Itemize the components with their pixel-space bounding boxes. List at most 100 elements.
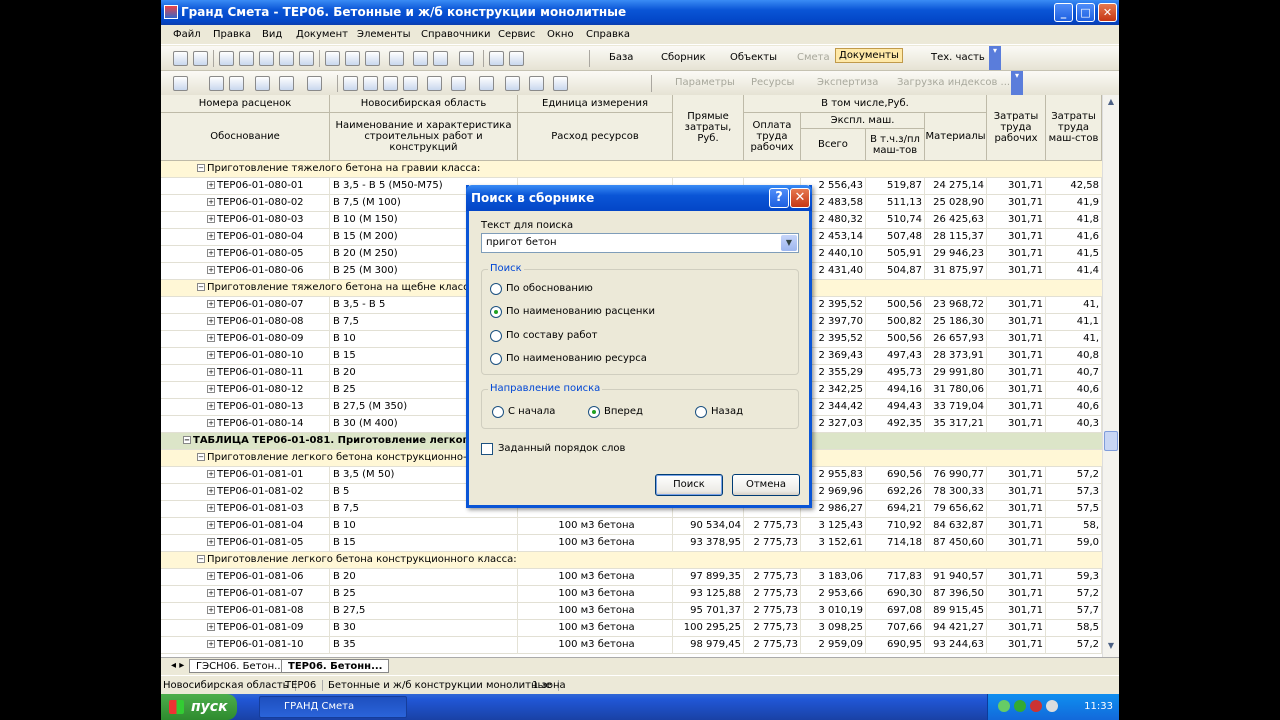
print-icon[interactable] xyxy=(193,51,208,66)
cell-lm[interactable]: 57,3 xyxy=(1046,484,1102,501)
cell-lm[interactable]: 40,3 xyxy=(1046,416,1102,433)
cell-lm[interactable]: 57,2 xyxy=(1046,467,1102,484)
cell-lm[interactable]: 42,58 xyxy=(1046,178,1102,195)
tray-alert-icon[interactable] xyxy=(1030,700,1042,712)
cell-mpay[interactable]: 519,87 xyxy=(866,178,925,195)
cell-lm[interactable]: 41,8 xyxy=(1046,212,1102,229)
cell-code[interactable]: + ТЕР06-01-081-06 xyxy=(161,569,330,586)
delete-icon[interactable] xyxy=(325,51,340,66)
radio-by-basis-label[interactable]: По обоснованию xyxy=(506,283,593,294)
collapse-icon[interactable]: − xyxy=(197,164,205,172)
cell-lm[interactable]: 59,3 xyxy=(1046,569,1102,586)
cell-code[interactable]: + ТЕР06-01-080-14 xyxy=(161,416,330,433)
cell-mtotal[interactable]: 3 152,61 xyxy=(801,535,866,552)
collapse-icon[interactable] xyxy=(403,76,418,91)
cell-lm[interactable]: 41,5 xyxy=(1046,246,1102,263)
cell-name[interactable]: В 35 xyxy=(330,637,518,654)
header-resource-usage[interactable]: Расход ресурсов xyxy=(518,113,673,161)
cell-mtotal[interactable]: 2 953,66 xyxy=(801,586,866,603)
word-order-checkbox[interactable] xyxy=(481,443,493,455)
cursor-icon[interactable] xyxy=(505,76,520,91)
expand-icon[interactable]: + xyxy=(207,249,215,257)
cell-direct[interactable]: 93 125,88 xyxy=(673,586,744,603)
header-direct-costs[interactable]: Прямые затраты, Руб. xyxy=(673,95,744,161)
cell-lm[interactable]: 41, xyxy=(1046,297,1102,314)
tab-nav-icon[interactable]: ◂ ▸ xyxy=(165,659,190,673)
cell-mpay[interactable]: 707,66 xyxy=(866,620,925,637)
expand-icon[interactable]: + xyxy=(207,181,215,189)
toolbar-parameters-button[interactable]: Параметры xyxy=(675,77,735,88)
cell-unit[interactable]: 100 м3 бетона xyxy=(518,569,673,586)
expand-icon[interactable]: + xyxy=(207,300,215,308)
header-labor-machinists[interactable]: Затраты труда маш-стов xyxy=(1046,95,1102,161)
cell-pay[interactable]: 2 775,73 xyxy=(744,637,801,654)
cell-labor[interactable]: 301,71 xyxy=(987,195,1046,212)
radio-backward[interactable] xyxy=(695,406,707,418)
header-machines[interactable]: Экспл. маш. xyxy=(801,113,925,129)
radio-forward[interactable] xyxy=(588,406,600,418)
radio-from-start[interactable] xyxy=(492,406,504,418)
cell-direct[interactable]: 98 979,45 xyxy=(673,637,744,654)
cell-labor[interactable]: 301,71 xyxy=(987,637,1046,654)
tab-gesn06[interactable]: ГЭСН06. Бетон... xyxy=(189,659,291,673)
cell-labor[interactable]: 301,71 xyxy=(987,518,1046,535)
dialog-close-button[interactable]: ✕ xyxy=(790,188,810,208)
find-icon[interactable] xyxy=(299,51,314,66)
cell-mat[interactable]: 79 656,62 xyxy=(925,501,987,518)
close-button[interactable]: ✕ xyxy=(1098,3,1117,22)
cell-code[interactable]: + ТЕР06-01-081-10 xyxy=(161,637,330,654)
refresh-icon[interactable] xyxy=(433,51,448,66)
cell-pay[interactable]: 2 775,73 xyxy=(744,535,801,552)
table-group-row[interactable]: − Приготовление легкого бетона конструкци… xyxy=(161,552,1102,569)
cell-mpay[interactable]: 717,83 xyxy=(866,569,925,586)
cell-labor[interactable]: 301,71 xyxy=(987,586,1046,603)
cell-code[interactable]: + ТЕР06-01-081-09 xyxy=(161,620,330,637)
cell-pay[interactable]: 2 775,73 xyxy=(744,603,801,620)
format-icon[interactable] xyxy=(451,76,466,91)
menu-file[interactable]: Файл xyxy=(173,29,201,40)
cell-mpay[interactable]: 504,87 xyxy=(866,263,925,280)
table-row[interactable]: + ТЕР06-01-081-06 В 20 100 м3 бетона 97 899,… xyxy=(161,569,1102,586)
cell-labor[interactable]: 301,71 xyxy=(987,348,1046,365)
search-input[interactable]: пригот бетон ▼ xyxy=(481,233,799,253)
cell-code[interactable]: + ТЕР06-01-081-03 xyxy=(161,501,330,518)
expand-icon[interactable]: + xyxy=(207,368,215,376)
level-up-icon[interactable] xyxy=(343,76,358,91)
cell-mat[interactable]: 76 990,77 xyxy=(925,467,987,484)
tray-security-icon[interactable] xyxy=(1014,700,1026,712)
cell-mtotal[interactable]: 3 010,19 xyxy=(801,603,866,620)
cell-mat[interactable]: 29 991,80 xyxy=(925,365,987,382)
cell-name[interactable]: В 10 xyxy=(330,518,518,535)
cell-labor[interactable]: 301,71 xyxy=(987,365,1046,382)
start-button[interactable]: пуск xyxy=(161,694,237,720)
cell-mat[interactable]: 93 244,63 xyxy=(925,637,987,654)
cell-mtotal[interactable]: 3 183,06 xyxy=(801,569,866,586)
edit-icon[interactable] xyxy=(427,76,442,91)
cell-name[interactable]: В 25 xyxy=(330,586,518,603)
cell-mtotal[interactable]: 2 959,09 xyxy=(801,637,866,654)
cell-lm[interactable]: 57,7 xyxy=(1046,603,1102,620)
cell-labor[interactable]: 301,71 xyxy=(987,484,1046,501)
expand-icon[interactable]: + xyxy=(207,504,215,512)
cell-name[interactable]: В 27,5 xyxy=(330,603,518,620)
cell-mat[interactable]: 87 450,60 xyxy=(925,535,987,552)
cell-mat[interactable]: 28 373,91 xyxy=(925,348,987,365)
cell-code[interactable]: + ТЕР06-01-080-02 xyxy=(161,195,330,212)
header-labor[interactable]: Затраты труда рабочих xyxy=(987,95,1046,161)
cell-direct[interactable]: 90 534,04 xyxy=(673,518,744,535)
cell-unit[interactable]: 100 м3 бетона xyxy=(518,620,673,637)
toolbar-expertise-button[interactable]: Экспертиза xyxy=(817,77,878,88)
cell-mat[interactable]: 28 115,37 xyxy=(925,229,987,246)
radio-from-start-label[interactable]: С начала xyxy=(508,406,555,417)
insert-icon[interactable] xyxy=(255,76,270,91)
cell-unit[interactable]: 100 м3 бетона xyxy=(518,586,673,603)
expand-icon[interactable]: + xyxy=(207,198,215,206)
cell-code[interactable]: + ТЕР06-01-080-13 xyxy=(161,399,330,416)
cell-mat[interactable]: 89 915,45 xyxy=(925,603,987,620)
cell-labor[interactable]: 301,71 xyxy=(987,535,1046,552)
radio-by-resource-label[interactable]: По наименованию ресурса xyxy=(506,353,647,364)
cell-labor[interactable]: 301,71 xyxy=(987,314,1046,331)
radio-by-works[interactable] xyxy=(490,330,502,342)
cell-mpay[interactable]: 500,56 xyxy=(866,297,925,314)
cell-mat[interactable]: 23 968,72 xyxy=(925,297,987,314)
